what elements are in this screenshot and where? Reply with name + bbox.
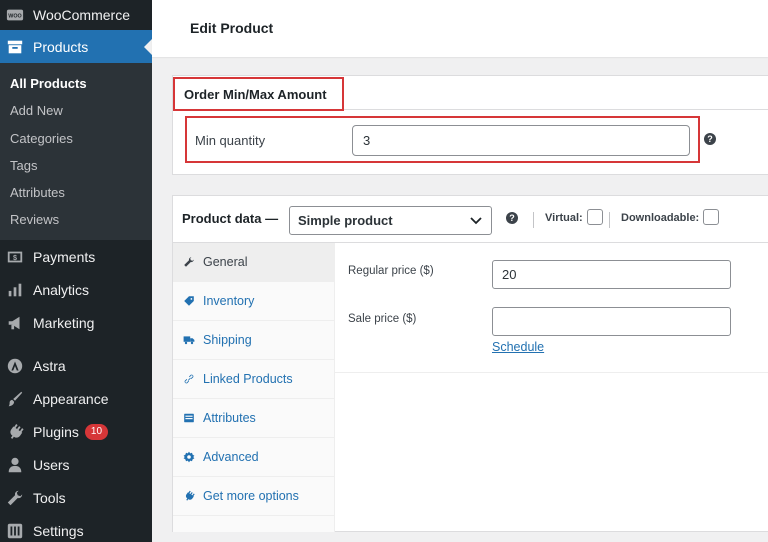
- tab-get-more-options[interactable]: Get more options: [173, 477, 335, 516]
- payments-icon: $: [6, 248, 24, 266]
- tab-advanced[interactable]: Advanced: [173, 438, 335, 477]
- menu-woocommerce[interactable]: WOO WooCommerce: [0, 0, 152, 30]
- tab-linked-products[interactable]: Linked Products: [173, 360, 335, 399]
- product-data-panel: Product data — Simple product ? Virtual:…: [172, 195, 768, 532]
- woocommerce-icon: WOO: [6, 6, 24, 24]
- menu-label: Users: [33, 457, 70, 473]
- wrench-icon: [6, 489, 24, 507]
- tab-attributes[interactable]: Attributes: [173, 399, 335, 438]
- plugin-icon: [6, 423, 24, 441]
- menu-label: Tools: [33, 490, 66, 506]
- admin-sidebar: WOO WooCommerce Products All Products Ad…: [0, 0, 152, 542]
- astra-icon: [6, 357, 24, 375]
- menu-payments[interactable]: $ Payments: [0, 243, 152, 271]
- virtual-label: Virtual:: [545, 212, 583, 224]
- sale-price-input[interactable]: [492, 307, 731, 336]
- divider: [533, 212, 534, 228]
- submenu-attributes[interactable]: Attributes: [10, 185, 65, 200]
- min-quantity-label: Min quantity: [195, 133, 266, 148]
- tab-label: Get more options: [203, 489, 299, 503]
- page-title: Edit Product: [190, 20, 274, 36]
- help-icon[interactable]: ?: [506, 212, 518, 224]
- submenu-add-new[interactable]: Add New: [10, 103, 63, 118]
- menu-label: Plugins: [33, 424, 79, 440]
- menu-plugins[interactable]: Plugins 10: [0, 418, 152, 446]
- tab-shipping[interactable]: Shipping: [173, 321, 335, 360]
- menu-label: WooCommerce: [33, 7, 130, 23]
- product-data-header: Product data — Simple product ? Virtual:…: [173, 196, 768, 243]
- menu-products[interactable]: Products: [0, 30, 152, 63]
- schedule-link[interactable]: Schedule: [492, 340, 544, 354]
- menu-label: Appearance: [33, 391, 109, 407]
- svg-text:$: $: [13, 253, 17, 262]
- tab-label: General: [203, 255, 248, 269]
- product-data-label: Product data —: [182, 211, 279, 226]
- users-icon: [6, 456, 24, 474]
- menu-label: Astra: [33, 358, 66, 374]
- analytics-icon: [6, 281, 24, 299]
- active-menu-arrow: [144, 38, 152, 55]
- menu-appearance[interactable]: Appearance: [0, 385, 152, 413]
- divider: [609, 212, 610, 228]
- menu-settings[interactable]: Settings: [0, 517, 152, 542]
- sale-price-label: Sale price ($): [348, 313, 417, 325]
- tab-label: Advanced: [203, 450, 259, 464]
- order-minmax-panel: Order Min/Max Amount Min quantity ?: [172, 75, 768, 175]
- title-highlight-box: [173, 77, 344, 111]
- plugin-icon: [182, 489, 196, 503]
- tab-general[interactable]: General: [173, 243, 335, 282]
- menu-users[interactable]: Users: [0, 451, 152, 479]
- menu-label: Settings: [33, 523, 84, 539]
- menu-marketing[interactable]: Marketing: [0, 309, 152, 337]
- downloadable-label: Downloadable:: [621, 212, 700, 224]
- submenu-categories[interactable]: Categories: [10, 131, 73, 146]
- truck-icon: [182, 333, 196, 347]
- downloadable-checkbox[interactable]: [703, 209, 719, 225]
- tab-inventory[interactable]: Inventory: [173, 282, 335, 321]
- menu-label: Marketing: [33, 315, 95, 331]
- paintbrush-icon: [6, 390, 24, 408]
- help-icon[interactable]: ?: [704, 133, 716, 145]
- wrench-icon: [182, 255, 196, 269]
- general-tab-panel: Regular price ($) Sale price ($) Schedul…: [335, 243, 768, 373]
- menu-label: Products: [33, 38, 89, 55]
- submenu-tags[interactable]: Tags: [10, 158, 37, 173]
- tab-label: Inventory: [203, 294, 255, 308]
- product-type-select[interactable]: Simple product: [289, 206, 492, 235]
- submenu-reviews[interactable]: Reviews: [10, 212, 59, 227]
- chevron-down-icon: [470, 217, 482, 225]
- tab-label: Attributes: [203, 411, 256, 425]
- plugins-update-badge: 10: [84, 424, 109, 440]
- product-data-tabs: General Inventory Shipping Linked Produc…: [173, 243, 335, 532]
- products-submenu: All Products Add New Categories Tags Att…: [0, 63, 152, 240]
- menu-analytics[interactable]: Analytics: [0, 276, 152, 304]
- link-icon: [182, 372, 196, 386]
- products-archive-icon: [6, 38, 24, 56]
- tab-label: Shipping: [203, 333, 252, 347]
- list-icon: [182, 411, 196, 425]
- page-header: Edit Product: [152, 0, 768, 57]
- submenu-all-products[interactable]: All Products: [10, 76, 87, 91]
- megaphone-icon: [6, 314, 24, 332]
- tag-icon: [182, 294, 196, 308]
- menu-tools[interactable]: Tools: [0, 484, 152, 512]
- regular-price-label: Regular price ($): [348, 265, 434, 277]
- virtual-checkbox[interactable]: [587, 209, 603, 225]
- min-quantity-input[interactable]: [352, 125, 690, 156]
- menu-label: Payments: [33, 249, 96, 265]
- regular-price-input[interactable]: [492, 260, 731, 289]
- product-type-value: Simple product: [298, 213, 393, 228]
- menu-astra[interactable]: Astra: [0, 352, 152, 380]
- settings-icon: [6, 522, 24, 540]
- menu-label: Analytics: [33, 282, 90, 298]
- tab-label: Linked Products: [203, 372, 293, 386]
- svg-text:WOO: WOO: [8, 14, 21, 20]
- gear-icon: [182, 450, 196, 464]
